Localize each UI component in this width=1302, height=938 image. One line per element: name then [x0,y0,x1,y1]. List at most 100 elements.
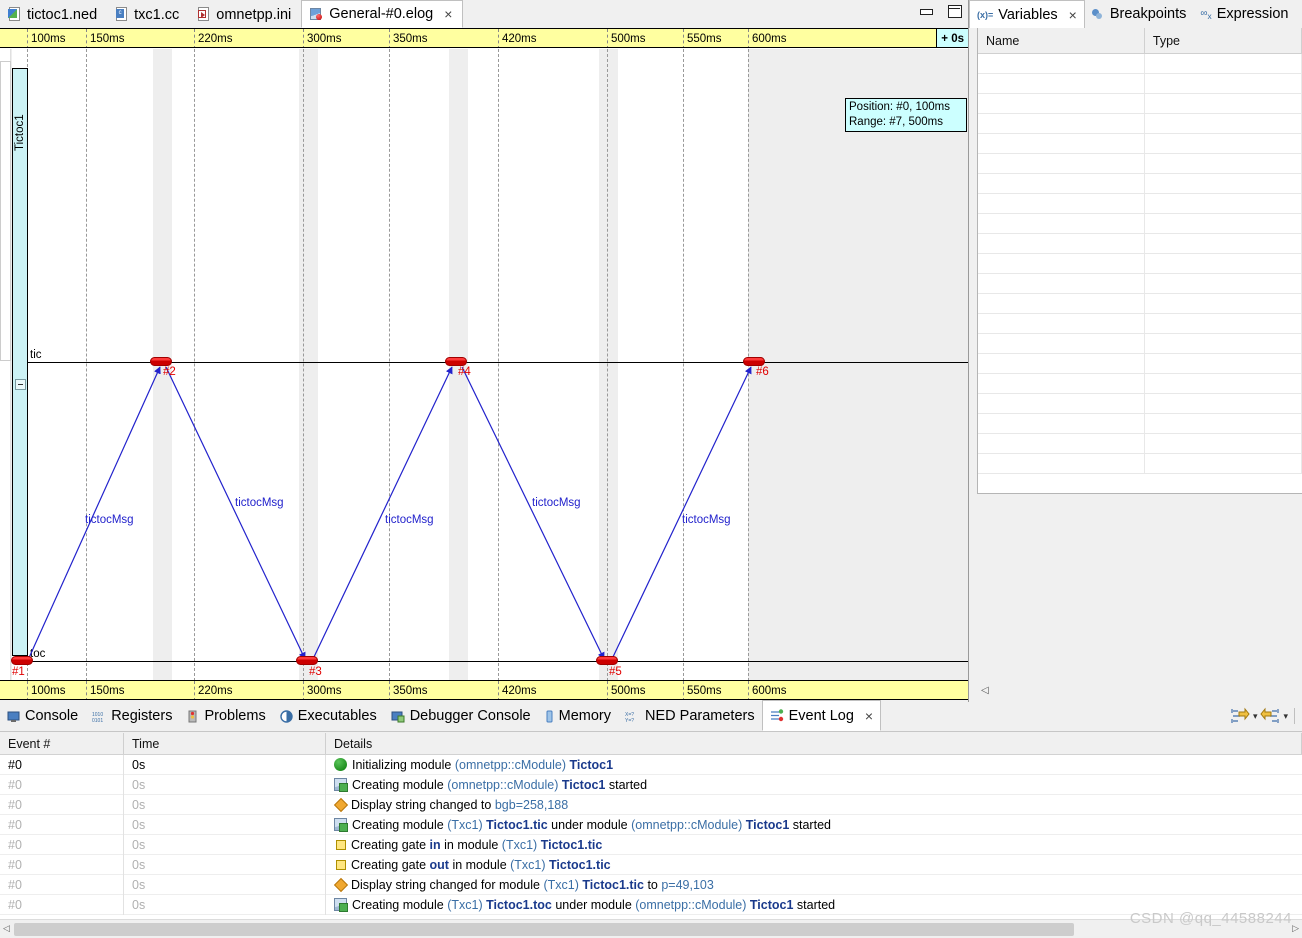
column-header-time[interactable]: Time [124,733,326,754]
table-cell [1145,334,1302,353]
close-icon[interactable]: × [444,6,452,22]
scroll-right-icon[interactable]: ▷ [1292,923,1299,934]
event-marker[interactable] [296,656,318,665]
column-header-event[interactable]: Event # [0,733,124,754]
table-row[interactable] [978,314,1302,334]
column-header-type[interactable]: Type [1145,28,1302,53]
table-row[interactable]: #0 0s Display string changed to bgb=258,18… [0,794,1302,815]
tab-breakpoints[interactable]: Breakpoints [1085,0,1194,28]
table-row[interactable] [978,394,1302,414]
variables-table-body[interactable] [978,54,1302,474]
timeline-ruler-top[interactable]: 100ms 150ms 220ms 300ms 350ms 420ms 500ms 550ms… [0,28,968,48]
table-row[interactable] [978,434,1302,454]
tab-ned-parameters[interactable]: X=? Y=? NED Parameters [618,701,762,731]
table-row[interactable] [978,194,1302,214]
editor-tab-general-0-elog[interactable]: General-#0.elog × [301,0,464,28]
event-number-cell: #0 [0,854,124,875]
variables-table[interactable]: Name Type [977,28,1302,494]
tab-console[interactable]: Console [0,701,85,731]
event-log-horizontal-scrollbar[interactable]: ◁ ▷ [0,919,1302,938]
table-row[interactable] [978,374,1302,394]
tab-variables[interactable]: (x)= Variables × [969,0,1085,28]
tab-memory[interactable]: Memory [538,701,618,731]
column-header-details[interactable]: Details [326,733,1302,754]
table-row[interactable]: #0 0s Display string changed for module (T… [0,874,1302,895]
table-row[interactable] [978,274,1302,294]
sequence-chart-canvas[interactable]: Tictoc1 tic toc tictocMsg tictocMsg tictocM… [0,49,968,681]
module-create-icon [334,818,348,832]
timeline-ruler-bottom[interactable]: 100ms 150ms 220ms 300ms 350ms 420ms 500ms 550ms… [0,680,968,700]
details-token: in module [440,837,502,852]
table-row[interactable] [978,214,1302,234]
tab-debugger-console[interactable]: Debugger Console [384,701,538,731]
table-row[interactable] [978,454,1302,474]
event-marker[interactable] [445,357,467,366]
editor-tab-tictoc1-ned[interactable]: tictoc1.ned [0,1,108,28]
tab-executables[interactable]: Executables [273,701,384,731]
time-cell: 0s [124,854,326,875]
event-number-label: #4 [458,366,471,378]
message-name-label: tictocMsg [235,497,284,509]
chart-vertical-scrollbar-thumb[interactable] [0,61,11,361]
tab-label: Registers [111,708,173,724]
event-number-label: #3 [309,666,322,678]
event-log-table-body[interactable]: #0 0s Initializing module (omnetpp::cModul… [0,754,1302,915]
table-row[interactable] [978,234,1302,254]
event-marker[interactable] [743,357,765,366]
column-header-name[interactable]: Name [978,28,1145,53]
table-row[interactable]: #0 0s Creating module (omnetpp::cModule) T… [0,774,1302,795]
scroll-left-icon[interactable]: ◁ [981,685,989,696]
table-cell [1145,74,1302,93]
tab-registers[interactable]: 1010 0101 Registers [85,701,179,731]
tab-expression[interactable]: ∞x Expression [1193,0,1295,28]
svg-text:0101: 0101 [92,718,103,723]
close-icon[interactable]: × [865,708,873,724]
table-row[interactable] [978,294,1302,314]
message-arrow[interactable] [165,366,306,660]
table-row[interactable] [978,174,1302,194]
event-marker[interactable] [150,357,172,366]
goto-previous-event-caret[interactable]: ▾ [1283,711,1288,722]
editor-tab-omnetpp-ini[interactable]: omnetpp.ini [189,1,302,28]
table-row[interactable] [978,94,1302,114]
goto-next-event-caret[interactable]: ▾ [1253,711,1258,722]
table-row[interactable] [978,134,1302,154]
minimize-icon[interactable] [918,4,934,18]
editor-tab-txc1-cc[interactable]: c txc1.cc [107,1,190,28]
message-arrow[interactable] [312,366,453,660]
details-token: p=49,103 [661,877,714,892]
table-row[interactable]: #0 0s Creating gate out in module (Txc1) T… [0,854,1302,875]
editor-tab-label: General-#0.elog [329,6,434,22]
toolbar-separator [1294,708,1295,724]
table-row[interactable] [978,114,1302,134]
maximize-icon[interactable] [946,4,962,18]
table-row[interactable] [978,334,1302,354]
table-row[interactable]: #0 0s Creating module (Txc1) Tictoc1.tic u… [0,814,1302,835]
table-row[interactable]: #0 0s Creating gate in in module (Txc1) Ti… [0,834,1302,855]
message-name-label: tictocMsg [385,514,434,526]
tab-event-log[interactable]: Event Log × [761,700,882,731]
table-row[interactable]: #0 0s Initializing module (omnetpp::cModul… [0,754,1302,775]
time-cell: 0s [124,894,326,915]
event-marker[interactable] [596,656,618,665]
tab-problems[interactable]: Problems [179,701,272,731]
table-row[interactable] [978,154,1302,174]
table-row[interactable] [978,354,1302,374]
goto-next-event-icon[interactable] [1230,707,1250,725]
table-row[interactable] [978,254,1302,274]
event-marker[interactable] [11,656,33,665]
table-row[interactable] [978,54,1302,74]
event-log-table[interactable]: Event # Time Details #0 0s Initializing modu… [0,733,1302,919]
table-row[interactable] [978,74,1302,94]
message-arrow[interactable] [611,366,752,660]
scroll-left-icon[interactable]: ◁ [3,923,10,934]
close-icon[interactable]: × [1069,7,1077,23]
table-cell [978,234,1145,253]
table-row[interactable] [978,414,1302,434]
table-row[interactable]: #0 0s Creating module (Txc1) Tictoc1.toc u… [0,894,1302,915]
goto-previous-event-icon[interactable] [1260,707,1280,725]
message-arrow[interactable] [461,366,605,660]
message-name-label: tictocMsg [682,514,731,526]
event-log-scrollbar-thumb[interactable] [14,923,1074,936]
chart-vertical-scrollbar[interactable] [0,49,11,681]
